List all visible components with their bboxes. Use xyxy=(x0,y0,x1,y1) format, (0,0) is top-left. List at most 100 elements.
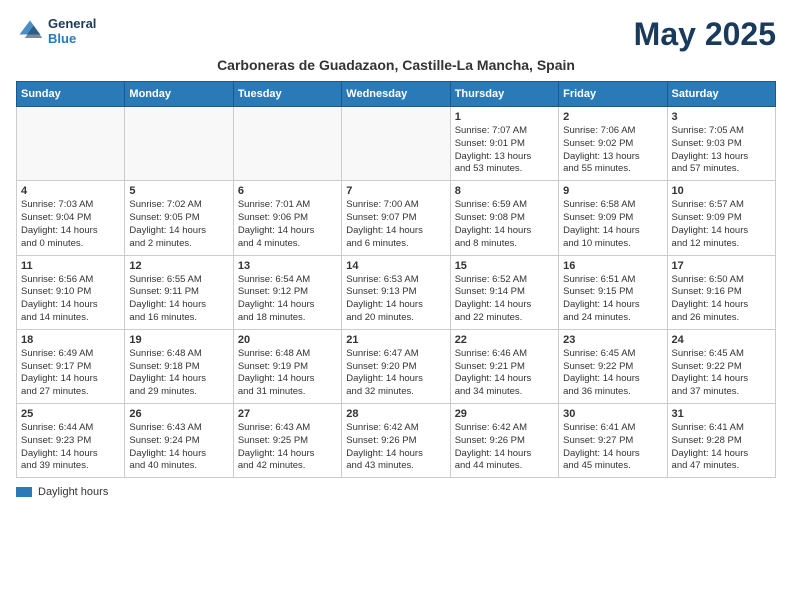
day-number: 31 xyxy=(672,408,771,420)
day-number: 19 xyxy=(129,334,228,346)
day-info: Sunrise: 6:49 AM Sunset: 9:17 PM Dayligh… xyxy=(21,348,120,399)
day-number: 21 xyxy=(346,334,445,346)
day-info: Sunrise: 6:43 AM Sunset: 9:25 PM Dayligh… xyxy=(238,422,337,473)
calendar-cell: 7 Sunrise: 7:00 AM Sunset: 9:07 PM Daylig… xyxy=(342,181,450,255)
calendar-cell: 27 Sunrise: 6:43 AM Sunset: 9:25 PM Dayli… xyxy=(233,404,341,478)
calendar-cell: 8 Sunrise: 6:59 AM Sunset: 9:08 PM Daylig… xyxy=(450,181,558,255)
page-header: General Blue May 2025 xyxy=(16,16,776,53)
calendar-day-header: Friday xyxy=(559,82,667,107)
day-info: Sunrise: 7:07 AM Sunset: 9:01 PM Dayligh… xyxy=(455,125,554,176)
calendar-cell: 9 Sunrise: 6:58 AM Sunset: 9:09 PM Daylig… xyxy=(559,181,667,255)
day-number: 29 xyxy=(455,408,554,420)
day-number: 8 xyxy=(455,185,554,197)
calendar-cell: 31Sunrise: 6:41 AM Sunset: 9:28 PM Dayli… xyxy=(667,404,775,478)
calendar-cell xyxy=(342,107,450,181)
day-info: Sunrise: 6:43 AM Sunset: 9:24 PM Dayligh… xyxy=(129,422,228,473)
day-number: 16 xyxy=(563,260,662,272)
day-info: Sunrise: 6:45 AM Sunset: 9:22 PM Dayligh… xyxy=(563,348,662,399)
day-number: 30 xyxy=(563,408,662,420)
calendar-cell: 5 Sunrise: 7:02 AM Sunset: 9:05 PM Daylig… xyxy=(125,181,233,255)
day-number: 25 xyxy=(21,408,120,420)
calendar-cell: 28 Sunrise: 6:42 AM Sunset: 9:26 PM Dayli… xyxy=(342,404,450,478)
calendar-cell: 18Sunrise: 6:49 AM Sunset: 9:17 PM Dayli… xyxy=(17,329,125,403)
day-number: 9 xyxy=(563,185,662,197)
calendar-cell: 24Sunrise: 6:45 AM Sunset: 9:22 PM Dayli… xyxy=(667,329,775,403)
legend: Daylight hours xyxy=(16,486,776,498)
day-number: 5 xyxy=(129,185,228,197)
calendar-cell xyxy=(125,107,233,181)
page-title: May 2025 xyxy=(634,16,776,53)
day-info: Sunrise: 6:54 AM Sunset: 9:12 PM Dayligh… xyxy=(238,274,337,325)
day-info: Sunrise: 6:52 AM Sunset: 9:14 PM Dayligh… xyxy=(455,274,554,325)
calendar-cell: 1 Sunrise: 7:07 AM Sunset: 9:01 PM Daylig… xyxy=(450,107,558,181)
day-info: Sunrise: 7:05 AM Sunset: 9:03 PM Dayligh… xyxy=(672,125,771,176)
page-subtitle: Carboneras de Guadazaon, Castille-La Man… xyxy=(16,57,776,73)
day-number: 15 xyxy=(455,260,554,272)
day-info: Sunrise: 6:51 AM Sunset: 9:15 PM Dayligh… xyxy=(563,274,662,325)
day-info: Sunrise: 7:02 AM Sunset: 9:05 PM Dayligh… xyxy=(129,199,228,250)
day-info: Sunrise: 6:44 AM Sunset: 9:23 PM Dayligh… xyxy=(21,422,120,473)
calendar-cell: 12 Sunrise: 6:55 AM Sunset: 9:11 PM Dayli… xyxy=(125,255,233,329)
calendar-cell: 20 Sunrise: 6:48 AM Sunset: 9:19 PM Dayli… xyxy=(233,329,341,403)
calendar-week-row: 4 Sunrise: 7:03 AM Sunset: 9:04 PM Daylig… xyxy=(17,181,776,255)
day-info: Sunrise: 6:42 AM Sunset: 9:26 PM Dayligh… xyxy=(346,422,445,473)
calendar-cell: 14Sunrise: 6:53 AM Sunset: 9:13 PM Dayli… xyxy=(342,255,450,329)
day-number: 26 xyxy=(129,408,228,420)
day-info: Sunrise: 6:42 AM Sunset: 9:26 PM Dayligh… xyxy=(455,422,554,473)
day-number: 1 xyxy=(455,111,554,123)
calendar-cell: 11 Sunrise: 6:56 AM Sunset: 9:10 PM Dayli… xyxy=(17,255,125,329)
day-number: 4 xyxy=(21,185,120,197)
calendar-cell: 10Sunrise: 6:57 AM Sunset: 9:09 PM Dayli… xyxy=(667,181,775,255)
calendar-cell: 2 Sunrise: 7:06 AM Sunset: 9:02 PM Daylig… xyxy=(559,107,667,181)
day-info: Sunrise: 7:06 AM Sunset: 9:02 PM Dayligh… xyxy=(563,125,662,176)
day-number: 23 xyxy=(563,334,662,346)
day-info: Sunrise: 6:55 AM Sunset: 9:11 PM Dayligh… xyxy=(129,274,228,325)
calendar-table: SundayMondayTuesdayWednesdayThursdayFrid… xyxy=(16,81,776,478)
day-number: 20 xyxy=(238,334,337,346)
day-number: 6 xyxy=(238,185,337,197)
day-number: 14 xyxy=(346,260,445,272)
day-number: 11 xyxy=(21,260,120,272)
day-number: 2 xyxy=(563,111,662,123)
calendar-cell: 30 Sunrise: 6:41 AM Sunset: 9:27 PM Dayli… xyxy=(559,404,667,478)
day-info: Sunrise: 6:48 AM Sunset: 9:19 PM Dayligh… xyxy=(238,348,337,399)
calendar-week-row: 11 Sunrise: 6:56 AM Sunset: 9:10 PM Dayli… xyxy=(17,255,776,329)
day-number: 3 xyxy=(672,111,771,123)
day-number: 7 xyxy=(346,185,445,197)
calendar-day-header: Saturday xyxy=(667,82,775,107)
day-info: Sunrise: 6:45 AM Sunset: 9:22 PM Dayligh… xyxy=(672,348,771,399)
calendar-cell: 26 Sunrise: 6:43 AM Sunset: 9:24 PM Dayli… xyxy=(125,404,233,478)
calendar-week-row: 18Sunrise: 6:49 AM Sunset: 9:17 PM Dayli… xyxy=(17,329,776,403)
day-info: Sunrise: 7:03 AM Sunset: 9:04 PM Dayligh… xyxy=(21,199,120,250)
day-info: Sunrise: 6:57 AM Sunset: 9:09 PM Dayligh… xyxy=(672,199,771,250)
calendar-day-header: Thursday xyxy=(450,82,558,107)
calendar-cell: 13 Sunrise: 6:54 AM Sunset: 9:12 PM Dayli… xyxy=(233,255,341,329)
calendar-week-row: 1 Sunrise: 7:07 AM Sunset: 9:01 PM Daylig… xyxy=(17,107,776,181)
logo-icon xyxy=(16,17,44,45)
day-number: 12 xyxy=(129,260,228,272)
calendar-header-row: SundayMondayTuesdayWednesdayThursdayFrid… xyxy=(17,82,776,107)
legend-color-box xyxy=(16,487,32,497)
calendar-cell: 17Sunrise: 6:50 AM Sunset: 9:16 PM Dayli… xyxy=(667,255,775,329)
calendar-day-header: Monday xyxy=(125,82,233,107)
day-info: Sunrise: 6:59 AM Sunset: 9:08 PM Dayligh… xyxy=(455,199,554,250)
calendar-cell xyxy=(17,107,125,181)
day-number: 17 xyxy=(672,260,771,272)
calendar-cell: 21 Sunrise: 6:47 AM Sunset: 9:20 PM Dayli… xyxy=(342,329,450,403)
calendar-cell xyxy=(233,107,341,181)
calendar-cell: 29 Sunrise: 6:42 AM Sunset: 9:26 PM Dayli… xyxy=(450,404,558,478)
calendar-week-row: 25 Sunrise: 6:44 AM Sunset: 9:23 PM Dayli… xyxy=(17,404,776,478)
day-number: 28 xyxy=(346,408,445,420)
day-info: Sunrise: 7:00 AM Sunset: 9:07 PM Dayligh… xyxy=(346,199,445,250)
day-number: 27 xyxy=(238,408,337,420)
calendar-cell: 6 Sunrise: 7:01 AM Sunset: 9:06 PM Daylig… xyxy=(233,181,341,255)
day-info: Sunrise: 6:41 AM Sunset: 9:27 PM Dayligh… xyxy=(563,422,662,473)
day-info: Sunrise: 7:01 AM Sunset: 9:06 PM Dayligh… xyxy=(238,199,337,250)
calendar-cell: 22Sunrise: 6:46 AM Sunset: 9:21 PM Dayli… xyxy=(450,329,558,403)
day-info: Sunrise: 6:56 AM Sunset: 9:10 PM Dayligh… xyxy=(21,274,120,325)
day-number: 13 xyxy=(238,260,337,272)
calendar-cell: 23 Sunrise: 6:45 AM Sunset: 9:22 PM Dayli… xyxy=(559,329,667,403)
day-info: Sunrise: 6:58 AM Sunset: 9:09 PM Dayligh… xyxy=(563,199,662,250)
day-number: 22 xyxy=(455,334,554,346)
day-info: Sunrise: 6:47 AM Sunset: 9:20 PM Dayligh… xyxy=(346,348,445,399)
